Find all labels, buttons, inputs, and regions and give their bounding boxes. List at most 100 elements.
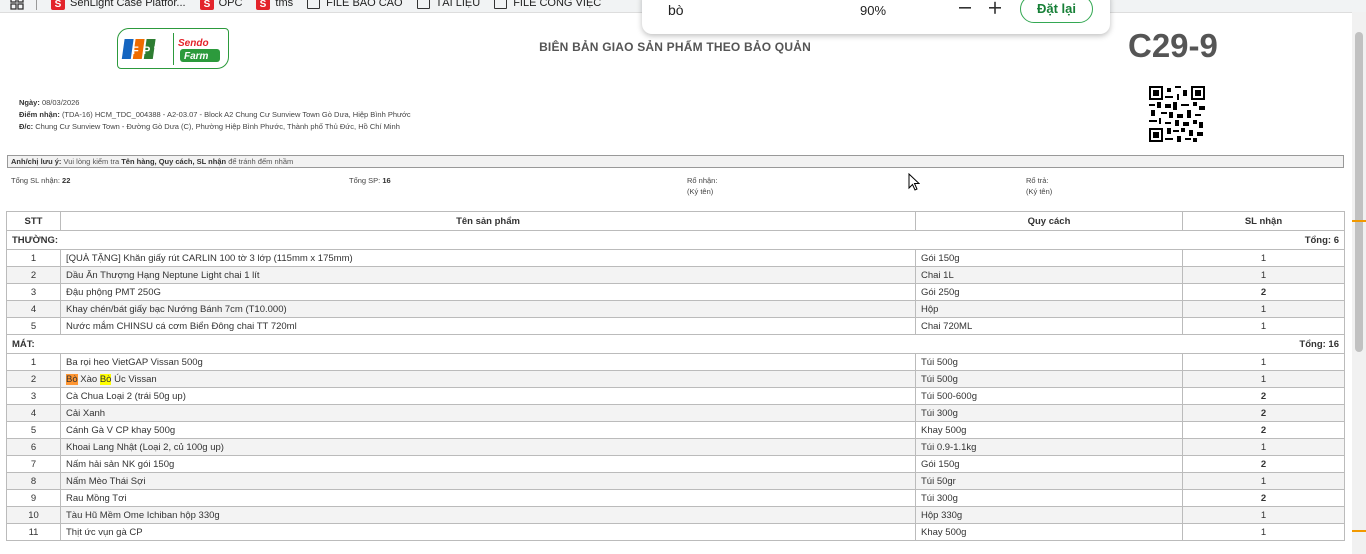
- row-stt: 9: [6, 489, 61, 507]
- reset-zoom-button[interactable]: Đặt lại: [1020, 0, 1093, 23]
- table-row: 8 Nấm Mèo Thái Sợi Túi 50gr 1: [6, 472, 1345, 490]
- total-products: Tổng SP: 16: [349, 175, 391, 186]
- basket-returned: Rổ trả: (Ký tên): [1026, 175, 1052, 197]
- table-row: 11 Thịt ức vụn gà CP Khay 500g 1: [6, 523, 1345, 541]
- table-row: 2 Bò Xào Bò Úc Vissan Túi 500g 1: [6, 370, 1345, 388]
- bookmark-folder-tai-lieu[interactable]: TÀI LIỆU: [416, 0, 480, 9]
- find-match-marker: [1352, 220, 1366, 222]
- pickup-label: Điểm nhận:: [19, 110, 60, 119]
- row-qty: 2: [1182, 489, 1345, 507]
- total-products-label: Tổng SP:: [349, 176, 381, 185]
- group-name: THƯỜNG:: [12, 234, 59, 246]
- apps-grid-icon[interactable]: [10, 0, 24, 10]
- row-qty: 1: [1182, 266, 1345, 284]
- row-spec: Túi 50gr: [915, 472, 1183, 490]
- total-products-value: 16: [382, 176, 391, 185]
- name-fragment: Xào: [77, 373, 100, 385]
- table-row: 6 Khoai Lang Nhật (Loại 2, củ 100g up) Túi…: [6, 438, 1345, 456]
- name-fragment: Úc Vissan: [111, 373, 157, 385]
- document-code: C29-9: [1128, 27, 1218, 64]
- row-qty: 1: [1182, 506, 1345, 524]
- sendo-favicon-icon: S: [199, 0, 214, 10]
- bookmark-folder-cong-viec[interactable]: FILE CÔNG VIỆC: [494, 0, 601, 9]
- table-header-row: STT Tên sản phẩm Quy cách SL nhận: [6, 211, 1345, 231]
- row-qty: 1: [1182, 353, 1345, 371]
- bookmark-tms[interactable]: S tms: [256, 0, 293, 10]
- group-header-row: MÁT: Tổng: 16: [6, 334, 1345, 354]
- table-row: 5 Nước mắm CHINSU cá cơm Biển Đông chai T…: [6, 317, 1345, 335]
- row-stt: 1: [6, 353, 61, 371]
- bookmark-senlight[interactable]: S SenLight Case Platfor...: [51, 0, 186, 10]
- row-qty: 1: [1182, 249, 1345, 267]
- row-spec: Túi 300g: [915, 489, 1183, 507]
- header-stt: STT: [6, 211, 61, 231]
- row-stt: 5: [6, 317, 61, 335]
- bookmark-folder-bao-cao[interactable]: FILE BÁO CÁO: [307, 0, 403, 9]
- group-header-row: THƯỜNG: Tổng: 6: [6, 230, 1345, 250]
- find-match-marker: [1352, 530, 1366, 532]
- row-qty: 1: [1182, 438, 1345, 456]
- row-product-name: Ba rọi heo VietGAP Vissan 500g: [60, 353, 916, 371]
- sendo-favicon-icon: S: [51, 0, 65, 10]
- notice-emphasis: Tên hàng, Quy cách, SL nhận: [121, 157, 227, 166]
- row-qty: 1: [1182, 370, 1345, 388]
- sendo-favicon-icon: S: [256, 0, 271, 10]
- header-product-name: Tên sản phẩm: [60, 211, 916, 231]
- row-spec: Hộp: [915, 300, 1183, 318]
- row-spec: Túi 500g: [915, 353, 1183, 371]
- table-body: THƯỜNG: Tổng: 6 1 [QUÀ TẶNG] Khăn giấy rút …: [6, 230, 1345, 541]
- header-qty: SL nhận: [1182, 211, 1345, 231]
- table-row: 4 Khay chén/bát giấy bạc Nướng Bánh 7cm (…: [6, 300, 1345, 318]
- row-spec: Khay 500g: [915, 523, 1183, 541]
- bookmark-opc[interactable]: S OPC: [199, 0, 242, 10]
- find-match: Bò: [99, 373, 112, 385]
- row-product-name: [QUÀ TẶNG] Khăn giấy rút CARLIN 100 tờ 3…: [60, 249, 916, 267]
- row-product-name: Nấm hải sản NK gói 150g: [60, 455, 916, 473]
- product-table: STT Tên sản phẩm Quy cách SL nhận THƯỜNG…: [6, 211, 1345, 541]
- vertical-scrollbar[interactable]: [1352, 12, 1366, 554]
- table-row: 3 Cà Chua Loại 2 (trái 50g up) Túi 500-600…: [6, 387, 1345, 405]
- row-product-name: Nước mắm CHINSU cá cơm Biển Đông chai TT…: [60, 317, 916, 335]
- folder-icon: [494, 0, 508, 9]
- bookmark-label: SenLight Case Platfor...: [70, 0, 186, 9]
- header-spec: Quy cách: [915, 211, 1183, 231]
- find-query-text[interactable]: bò: [668, 2, 684, 18]
- svg-text:Sendo: Sendo: [178, 38, 209, 49]
- pickup-line: Điểm nhận: (TDA-16) HCM_TDC_004388 - A2-…: [19, 109, 411, 121]
- row-spec: Chai 1L: [915, 266, 1183, 284]
- row-stt: 5: [6, 421, 61, 439]
- row-spec: Túi 500g: [915, 370, 1183, 388]
- total-quantity-value: 22: [62, 176, 71, 185]
- document-page: F P T Sendo Farm BIÊN BẢN GIAO SẢN PHẨM …: [0, 12, 1352, 554]
- group-name: MÁT:: [12, 338, 35, 350]
- delivery-info: Ngày: 08/03/2026 Điểm nhận: (TDA-16) HCM…: [19, 97, 411, 133]
- folder-icon: [307, 0, 321, 9]
- group-header-cell: THƯỜNG: Tổng: 6: [6, 230, 1345, 250]
- row-product-name: Tàu Hũ Mềm Ome Ichiban hộp 330g: [60, 506, 916, 524]
- table-row: 5 Cánh Gà V CP khay 500g Khay 500g 2: [6, 421, 1345, 439]
- minus-icon: [959, 7, 971, 9]
- row-stt: 11: [6, 523, 61, 541]
- date-label: Ngày:: [19, 98, 40, 107]
- address-label: Đ/c:: [19, 122, 34, 131]
- row-stt: 1: [6, 249, 61, 267]
- svg-text:T: T: [154, 45, 161, 57]
- mouse-cursor-icon: [908, 172, 921, 192]
- zoom-out-button[interactable]: [956, 0, 974, 18]
- row-spec: Túi 300g: [915, 404, 1183, 422]
- bookmark-label: FILE CÔNG VIỆC: [513, 0, 602, 9]
- basket-returned-label: Rổ trả:: [1026, 176, 1049, 185]
- row-spec: Khay 500g: [915, 421, 1183, 439]
- row-spec: Túi 0.9-1.1kg: [915, 438, 1183, 456]
- address-line: Đ/c: Chung Cư Sunview Town - Đường Gò Dư…: [19, 121, 411, 133]
- zoom-in-button[interactable]: [986, 0, 1004, 18]
- group-total: Tổng: 6: [1304, 234, 1339, 246]
- table-row: 2 Dầu Ăn Thượng Hạng Neptune Light chai 1…: [6, 266, 1345, 284]
- scrollbar-thumb[interactable]: [1355, 32, 1363, 352]
- total-quantity: Tổng SL nhận: 22: [11, 175, 70, 186]
- row-product-name: Cải Xanh: [60, 404, 916, 422]
- row-product-name: Đậu phộng PMT 250G: [60, 283, 916, 301]
- row-spec: Chai 720ML: [915, 317, 1183, 335]
- row-product-name: Thịt ức vụn gà CP: [60, 523, 916, 541]
- row-qty: 2: [1182, 283, 1345, 301]
